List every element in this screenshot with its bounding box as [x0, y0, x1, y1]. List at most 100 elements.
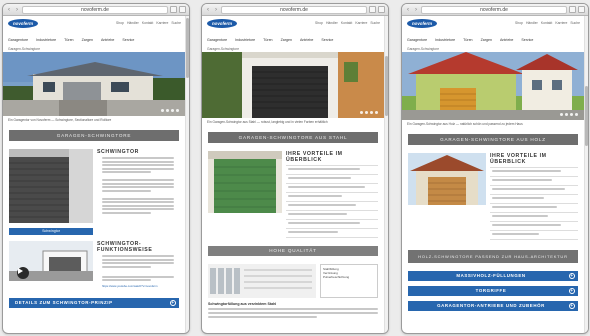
menu-item-antriebe[interactable]: Antriebe — [300, 38, 313, 42]
green-door-image — [208, 151, 282, 213]
forward-button[interactable]: › — [14, 5, 20, 15]
torgriffe-button-label: TORGRIFFE — [475, 288, 507, 293]
plus-icon: + — [569, 273, 575, 279]
schwingtor-image — [9, 149, 93, 223]
util-link-haendler[interactable]: Händler — [526, 21, 538, 25]
menu-item-industrietore[interactable]: Industrietore — [435, 38, 455, 42]
legend-item-3: Pulverbeschichtung — [323, 275, 350, 279]
util-link-karriere[interactable]: Karriere — [555, 21, 567, 25]
scrollbar[interactable] — [384, 16, 388, 333]
novoferm-logo[interactable]: novoferm — [8, 19, 38, 28]
plus-icon: + — [569, 288, 575, 294]
browser-window-stahl: ‹ › novoferm.de novoferm Shop Händler Ko… — [201, 3, 389, 334]
details-schwingtor-prinzip-button[interactable]: DETAILS ZUM SCHWINGTOR-PRINZIP + — [9, 298, 179, 308]
menu-item-zargen[interactable]: Zargen — [481, 38, 492, 42]
share-icon[interactable] — [569, 6, 576, 13]
share-icon[interactable] — [369, 6, 376, 13]
utility-nav: Shop Händler Kontakt Karriere Suche — [116, 21, 181, 25]
tabs-icon[interactable] — [378, 6, 385, 13]
back-button[interactable]: ‹ — [405, 5, 411, 15]
heading-vorteile: IHRE VORTEILE IM ÜBERBLICK — [286, 151, 343, 163]
plus-icon: + — [170, 300, 176, 306]
steel-filling-title: Schwingtorfüllung aus verzinktem Stahl — [208, 302, 277, 306]
util-link-kontakt[interactable]: Kontakt — [341, 21, 353, 25]
schwingtor-image-label: Schwingtor — [9, 228, 93, 235]
play-icon[interactable] — [18, 268, 23, 274]
menu-item-garagentore[interactable]: Garagentore — [207, 38, 227, 42]
video-preview — [9, 241, 93, 281]
novoferm-logo[interactable]: novoferm — [407, 19, 437, 28]
util-link-karriere[interactable]: Karriere — [156, 21, 168, 25]
section-bar-haus-architektur: HOLZ-SCHWINGTORE PASSEND ZUR HAUS-ARCHIT… — [408, 250, 578, 263]
sub-nav[interactable]: Garagen-Schwingtore — [207, 47, 239, 51]
massivholz-fuellungen-button[interactable]: MASSIVHOLZ-FÜLLUNGEN + — [408, 271, 578, 281]
url-bar[interactable]: novoferm.de — [221, 5, 367, 14]
util-link-suche[interactable]: Suche — [370, 21, 380, 25]
util-link-karriere[interactable]: Karriere — [355, 21, 367, 25]
url-bar[interactable]: novoferm.de — [22, 5, 168, 14]
heading-funktionsweise: SCHWINGTOR-FUNKTIONSWEISE — [97, 241, 153, 253]
schwingtor-section: Schwingtor SCHWINGTOR — [9, 149, 179, 235]
util-link-suche[interactable]: Suche — [570, 21, 580, 25]
menu-item-service[interactable]: Service — [321, 38, 333, 42]
hero-caption: Ein Garagentor von Novoferm — Schwingtor… — [8, 118, 112, 122]
menu-item-tueren[interactable]: Türen — [463, 38, 472, 42]
slider-dots[interactable] — [360, 111, 378, 114]
section-bar-schwingtore-holz: GARAGEN-SCHWINGTORE AUS HOLZ — [408, 134, 578, 145]
section-bar-garagen-schwingtore: GARAGEN-SCHWINGTORE — [9, 130, 179, 141]
tabs-icon[interactable] — [578, 6, 585, 13]
main-menu: Garagentore Industrietore Türen Zargen A… — [207, 38, 333, 42]
menu-item-service[interactable]: Service — [521, 38, 533, 42]
menu-item-service[interactable]: Service — [122, 38, 134, 42]
forward-button[interactable]: › — [213, 5, 219, 15]
torgriffe-button[interactable]: TORGRIFFE + — [408, 286, 578, 296]
menu-item-industrietore[interactable]: Industrietore — [36, 38, 56, 42]
util-link-suche[interactable]: Suche — [171, 21, 181, 25]
slider-dots[interactable] — [560, 113, 578, 116]
menu-item-antriebe[interactable]: Antriebe — [101, 38, 114, 42]
site-header: novoferm Shop Händler Kontakt Karriere S… — [3, 16, 185, 52]
forward-button[interactable]: › — [413, 5, 419, 15]
menu-item-tueren[interactable]: Türen — [263, 38, 272, 42]
util-link-kontakt[interactable]: Kontakt — [142, 21, 154, 25]
web-page: novoferm Shop Händler Kontakt Karriere S… — [402, 16, 584, 333]
menu-item-garagentore[interactable]: Garagentore — [407, 38, 427, 42]
menu-item-antriebe[interactable]: Antriebe — [500, 38, 513, 42]
vorteile-list: IHRE VORTEILE IM ÜBERBLICK — [286, 151, 378, 238]
video-thumbnail[interactable] — [9, 241, 93, 281]
slider-dots[interactable] — [161, 109, 179, 112]
browser-toolbar: ‹ › novoferm.de — [3, 4, 189, 16]
back-button[interactable]: ‹ — [205, 5, 211, 15]
scrollbar[interactable] — [584, 16, 588, 333]
sub-nav[interactable]: Garagen-Schwingtore — [8, 47, 40, 51]
util-link-haendler[interactable]: Händler — [326, 21, 338, 25]
util-link-shop[interactable]: Shop — [315, 21, 323, 25]
vorteile-list: IHRE VORTEILE IM ÜBERBLICK — [490, 153, 578, 240]
antriebe-zubehoer-button[interactable]: GARAGENTOR-ANTRIEBE UND ZUBEHÖR + — [408, 301, 578, 311]
menu-item-zargen[interactable]: Zargen — [281, 38, 292, 42]
tabs-icon[interactable] — [179, 6, 186, 13]
share-icon[interactable] — [170, 6, 177, 13]
util-link-shop[interactable]: Shop — [515, 21, 523, 25]
utility-nav: Shop Händler Kontakt Karriere Suche — [515, 21, 580, 25]
menu-item-zargen[interactable]: Zargen — [82, 38, 93, 42]
menu-item-tueren[interactable]: Türen — [64, 38, 73, 42]
site-header: novoferm Shop Händler Kontakt Karriere S… — [402, 16, 584, 52]
sub-nav[interactable]: Garagen-Schwingtore — [407, 47, 439, 51]
main-menu: Garagentore Industrietore Türen Zargen A… — [407, 38, 533, 42]
hero-illustration — [402, 52, 584, 120]
util-link-shop[interactable]: Shop — [116, 21, 124, 25]
menu-item-garagentore[interactable]: Garagentore — [8, 38, 28, 42]
util-link-haendler[interactable]: Händler — [127, 21, 139, 25]
menu-item-industrietore[interactable]: Industrietore — [235, 38, 255, 42]
back-button[interactable]: ‹ — [6, 5, 12, 15]
util-link-kontakt[interactable]: Kontakt — [541, 21, 553, 25]
scrollbar[interactable] — [185, 16, 189, 333]
url-bar[interactable]: novoferm.de — [421, 5, 567, 14]
video-link[interactable]: https://www.youtube.com/watch?v=novoferm — [102, 284, 174, 288]
utility-nav: Shop Händler Kontakt Karriere Suche — [315, 21, 380, 25]
massivholz-button-label: MASSIVHOLZ-FÜLLUNGEN — [456, 273, 526, 278]
heading-vorteile: IHRE VORTEILE IM ÜBERBLICK — [490, 153, 547, 165]
novoferm-logo[interactable]: novoferm — [207, 19, 237, 28]
heading-schwingtor: SCHWINGTOR — [97, 149, 139, 155]
